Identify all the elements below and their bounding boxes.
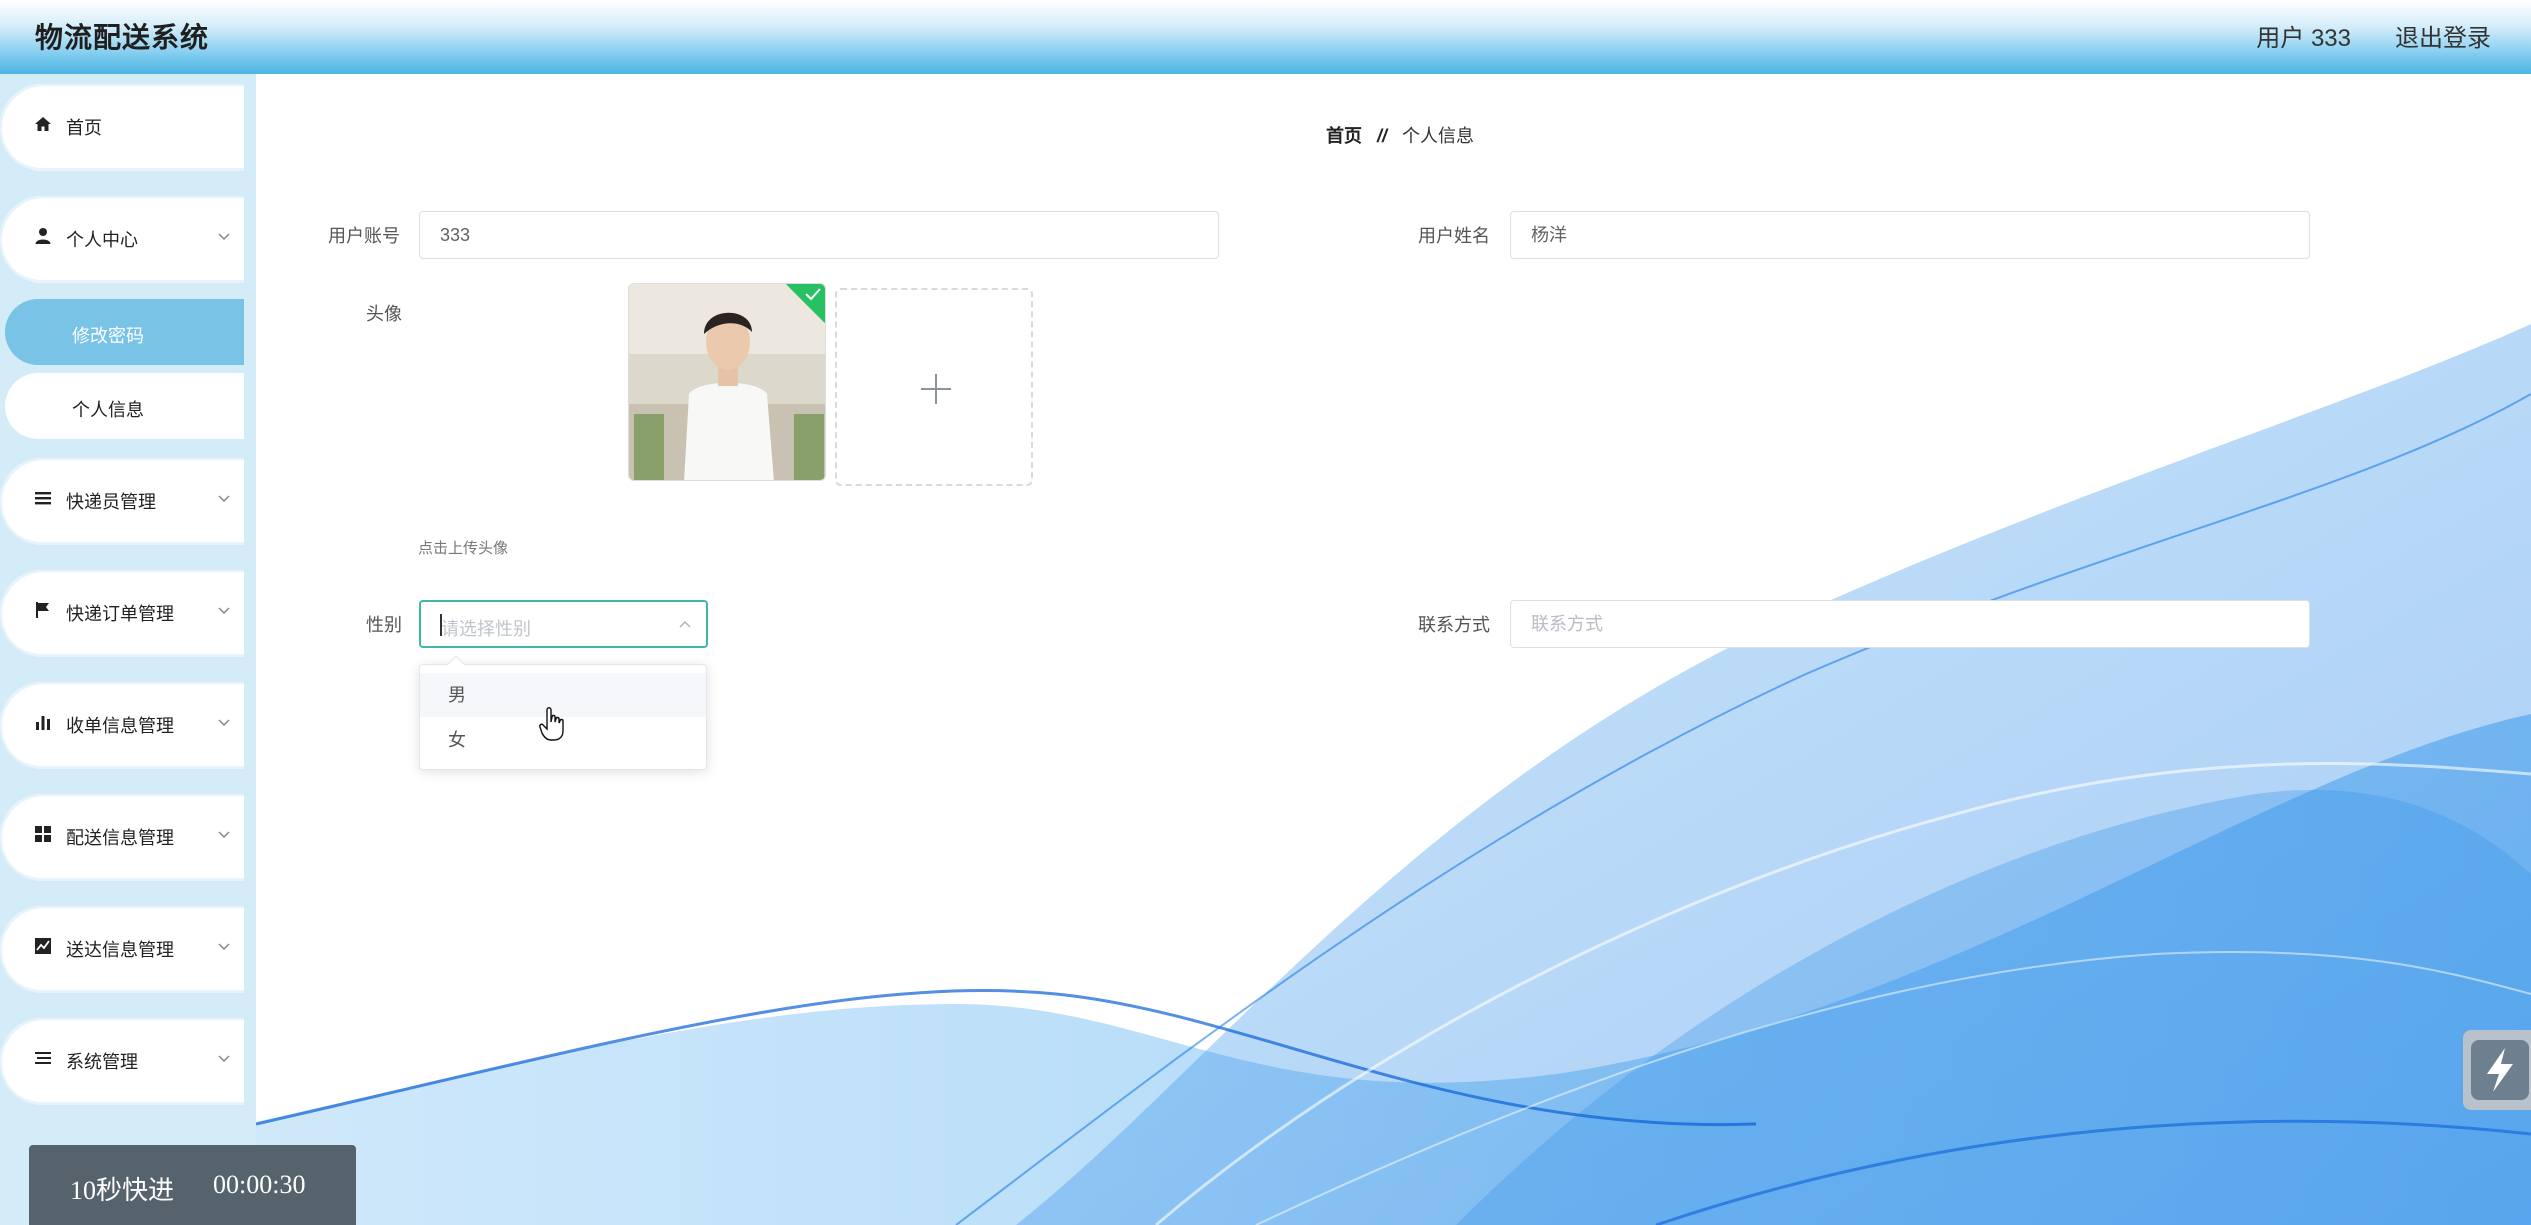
plus-icon	[921, 374, 951, 404]
sidebar-item-label: 快递员管理	[66, 492, 156, 512]
grid-icon	[35, 826, 51, 842]
lightning-icon	[2487, 1048, 2513, 1092]
submenu-item-label: 修改密码	[72, 326, 144, 346]
sidebar-item-arrival-management[interactable]: 送达信息管理	[0, 906, 244, 990]
name-label: 用户姓名	[1418, 226, 1490, 246]
logout-link[interactable]: 退出登录	[2395, 18, 2491, 53]
top-header: 物流配送系统 用户 333 退出登录	[0, 0, 2531, 74]
contact-label: 联系方式	[1418, 615, 1490, 635]
chevron-up-icon	[679, 620, 691, 628]
chevron-down-icon	[218, 495, 230, 503]
sidebar-item-order-management[interactable]: 快递订单管理	[0, 570, 244, 654]
playback-time: 00:00:30	[213, 1170, 306, 1199]
hand-cursor-icon	[539, 707, 564, 741]
sidebar-item-label: 送达信息管理	[66, 940, 174, 960]
sidebar-item-receipt-management[interactable]: 收单信息管理	[0, 682, 244, 766]
sidebar: 首页 个人中心 修改密码 个人信息 快递员管理 快递订单管理 收单信息管理 配送…	[0, 74, 256, 1225]
list-icon	[35, 492, 51, 505]
account-input[interactable]: 333	[419, 211, 1219, 259]
sidebar-item-label: 系统管理	[66, 1052, 138, 1072]
breadcrumb-home[interactable]: 首页	[1326, 126, 1362, 146]
contact-input[interactable]: 联系方式	[1510, 600, 2310, 648]
avatar-image[interactable]	[628, 283, 826, 481]
sidebar-item-courier-management[interactable]: 快递员管理	[0, 458, 244, 542]
bar-chart-icon	[36, 716, 50, 730]
submenu-item-change-password[interactable]: 修改密码	[5, 299, 244, 365]
home-icon	[35, 117, 51, 131]
sidebar-item-label: 收单信息管理	[66, 716, 174, 736]
line-chart-icon	[35, 938, 51, 954]
avatar-label: 头像	[366, 304, 402, 324]
main-content: 首页 // 个人信息 用户账号 333 用户姓名 杨洋 头像 点击上传头像 性别…	[256, 74, 2531, 1225]
avatar-upload-button[interactable]	[835, 288, 1033, 486]
fast-forward-overlay[interactable]: 10秒快进 00:00:30	[29, 1145, 356, 1225]
chevron-down-icon	[218, 719, 230, 727]
menu-icon	[35, 1052, 51, 1064]
sidebar-item-home[interactable]: 首页	[0, 84, 244, 168]
account-label: 用户账号	[328, 226, 400, 246]
sidebar-item-label: 快递订单管理	[66, 604, 174, 624]
app-title: 物流配送系统	[35, 22, 210, 53]
avatar-photo	[629, 284, 825, 480]
breadcrumb: 首页 // 个人信息	[1326, 122, 1474, 148]
submenu-item-personal-info[interactable]: 个人信息	[5, 373, 244, 439]
gender-select-placeholder: 请选择性别	[441, 619, 531, 639]
sidebar-item-personal-center[interactable]: 个人中心	[0, 196, 244, 280]
floating-widget-button[interactable]	[2463, 1030, 2531, 1110]
chevron-down-icon	[218, 831, 230, 839]
floating-widget-logo	[2471, 1040, 2529, 1100]
gender-label: 性别	[366, 615, 402, 635]
chevron-down-icon	[218, 607, 230, 615]
check-icon	[805, 288, 821, 301]
breadcrumb-separator: //	[1377, 126, 1388, 146]
submenu-item-label: 个人信息	[72, 400, 144, 420]
breadcrumb-current: 个人信息	[1402, 126, 1475, 146]
upload-tip: 点击上传头像	[418, 540, 509, 557]
sidebar-item-label: 首页	[66, 118, 102, 138]
gender-select[interactable]: 请选择性别	[419, 600, 708, 648]
chevron-down-icon	[218, 943, 230, 951]
fast-forward-label: 10秒快进	[70, 1176, 175, 1205]
chevron-down-icon	[218, 233, 230, 241]
current-user-label: 用户 333	[2256, 25, 2351, 52]
chevron-down-icon	[218, 1055, 230, 1063]
sidebar-item-label: 配送信息管理	[66, 828, 174, 848]
sidebar-item-label: 个人中心	[66, 230, 138, 250]
text-caret	[440, 614, 442, 636]
user-icon	[35, 228, 51, 244]
name-input[interactable]: 杨洋	[1510, 211, 2310, 259]
sidebar-item-delivery-management[interactable]: 配送信息管理	[0, 794, 244, 878]
flag-icon	[36, 602, 49, 618]
sidebar-item-system-management[interactable]: 系统管理	[0, 1018, 244, 1102]
